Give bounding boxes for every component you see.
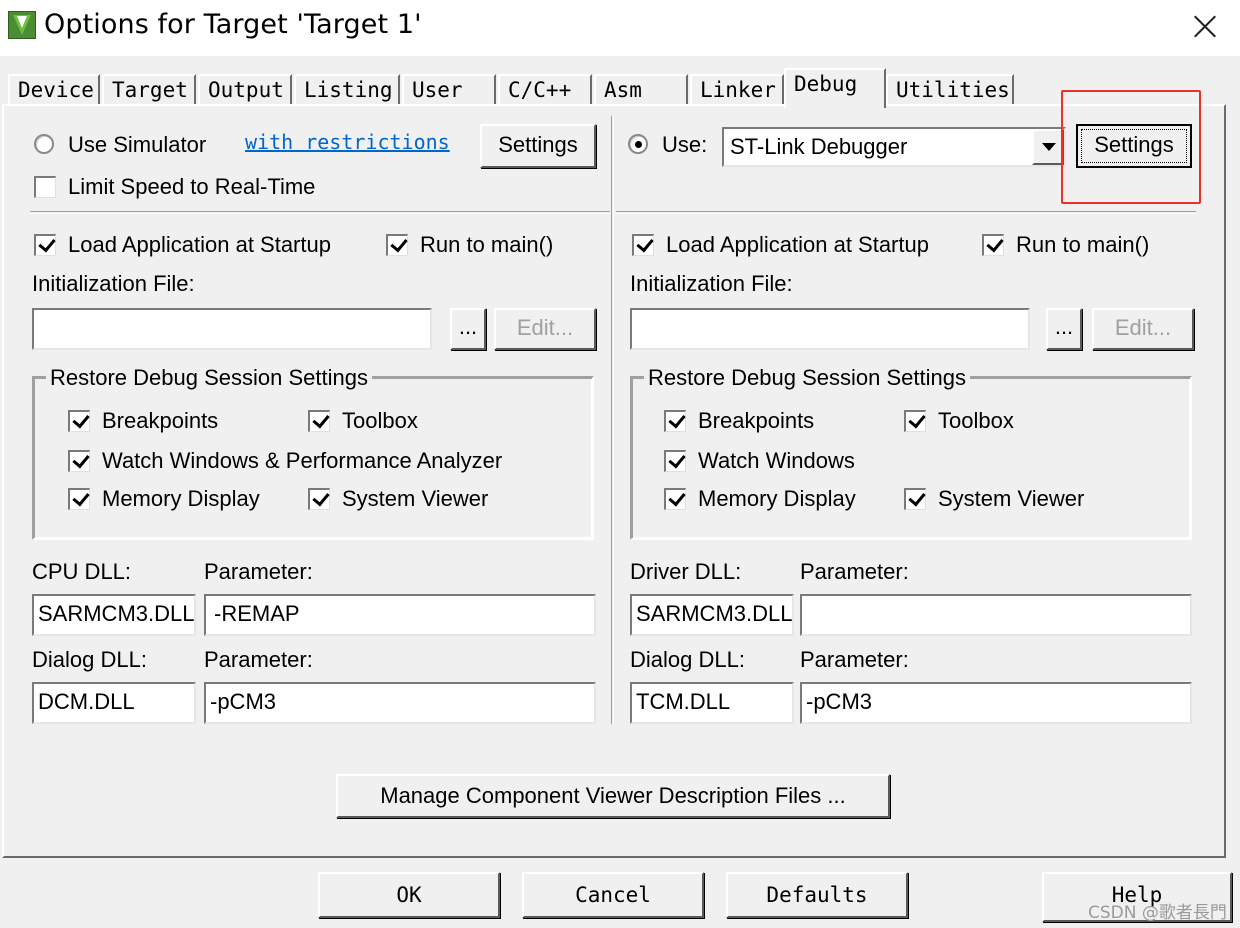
right-memory-checkbox[interactable] [664, 488, 686, 510]
right-sysviewer-label: System Viewer [938, 486, 1085, 511]
keil-uvision-icon [8, 11, 36, 39]
left-run-main-label: Run to main() [420, 232, 554, 257]
right-breakpoints-label: Breakpoints [698, 408, 815, 433]
left-browse-button[interactable]: ... [450, 308, 486, 350]
left-dialog-param-input[interactable]: -pCM3 [204, 682, 596, 724]
limit-speed-checkbox[interactable] [34, 176, 56, 198]
left-breakpoints-label: Breakpoints [102, 408, 219, 433]
ok-button[interactable]: OK [318, 872, 500, 918]
right-browse-button[interactable]: ... [1046, 308, 1082, 350]
right-memory-label: Memory Display [698, 486, 856, 511]
chevron-down-icon[interactable] [1032, 129, 1064, 165]
defaults-button[interactable]: Defaults [726, 872, 908, 918]
left-init-file-label: Initialization File: [32, 271, 195, 296]
left-sysviewer-checkbox[interactable] [308, 488, 330, 510]
simulator-settings-button[interactable]: Settings [480, 124, 596, 168]
manage-component-viewer-button[interactable]: Manage Component Viewer Description File… [336, 774, 890, 818]
cpu-param-input[interactable]: -REMAP [204, 594, 596, 636]
use-simulator-radio[interactable] [34, 134, 54, 154]
limit-speed-label: Limit Speed to Real-Time [68, 174, 316, 199]
right-restore-group-title: Restore Debug Session Settings [644, 364, 970, 392]
tab-cc[interactable]: C/C++ [498, 74, 592, 106]
left-toolbox-label: Toolbox [342, 408, 418, 433]
right-edit-button[interactable]: Edit... [1092, 308, 1194, 350]
driver-dll-input[interactable]: SARMCM3.DLL [630, 594, 794, 636]
right-load-app-label: Load Application at Startup [666, 232, 929, 257]
right-header-divider [616, 211, 1196, 214]
right-sysviewer-checkbox[interactable] [904, 488, 926, 510]
right-dialog-dll-label: Dialog DLL: [630, 647, 745, 672]
use-simulator-label[interactable]: Use Simulator [68, 131, 206, 159]
driver-param-label: Parameter: [800, 559, 909, 584]
cpu-dll-label: CPU DLL: [32, 559, 132, 584]
driver-param-input[interactable] [800, 594, 1192, 636]
left-dialog-param-label: Parameter: [204, 647, 313, 672]
cpu-dll-input[interactable]: SARMCM3.DLL [32, 594, 196, 636]
with-restrictions-link[interactable]: with restrictions [245, 130, 450, 154]
tab-debug[interactable]: Debug [784, 68, 886, 108]
left-toolbox-checkbox[interactable] [308, 410, 330, 432]
left-run-main-checkbox[interactable] [386, 234, 408, 256]
left-edit-button[interactable]: Edit... [494, 308, 596, 350]
tab-user[interactable]: User [402, 74, 496, 106]
right-init-file-input[interactable] [630, 308, 1030, 350]
left-sysviewer-label: System Viewer [342, 486, 489, 511]
left-memory-label: Memory Display [102, 486, 260, 511]
column-divider [611, 116, 614, 724]
right-run-main-label: Run to main() [1016, 232, 1150, 257]
annotation-highlight-box [1061, 90, 1201, 204]
left-restore-group-title: Restore Debug Session Settings [46, 364, 372, 392]
debugger-select[interactable]: ST-Link Debugger [722, 127, 1066, 167]
right-dialog-dll-input[interactable]: TCM.DLL [630, 682, 794, 724]
left-init-file-input[interactable] [32, 308, 432, 350]
right-load-app-checkbox[interactable] [632, 234, 654, 256]
watermark: CSDN @歌者長門 [1088, 903, 1227, 923]
left-load-app-checkbox[interactable] [34, 234, 56, 256]
right-breakpoints-checkbox[interactable] [664, 410, 686, 432]
right-watch-label: Watch Windows [698, 448, 855, 473]
use-debugger-label: Use: [662, 132, 708, 157]
title-bar: Options for Target 'Target 1' [0, 0, 1240, 56]
cpu-param-label: Parameter: [204, 559, 313, 584]
left-header-divider [30, 211, 610, 214]
right-dialog-param-input[interactable]: -pCM3 [800, 682, 1192, 724]
right-run-main-checkbox[interactable] [982, 234, 1004, 256]
cancel-button[interactable]: Cancel [522, 872, 704, 918]
driver-dll-label: Driver DLL: [630, 559, 742, 584]
right-toolbox-label: Toolbox [938, 408, 1014, 433]
left-breakpoints-checkbox[interactable] [68, 410, 90, 432]
tab-asm[interactable]: Asm [594, 74, 688, 106]
tab-device[interactable]: Device [8, 74, 100, 106]
left-watch-label: Watch Windows & Performance Analyzer [102, 448, 503, 473]
tab-target[interactable]: Target [102, 74, 196, 106]
tab-utilities[interactable]: Utilities [886, 74, 1014, 106]
left-load-app-label: Load Application at Startup [68, 232, 331, 257]
tab-output[interactable]: Output [198, 74, 292, 106]
right-watch-checkbox[interactable] [664, 450, 686, 472]
left-dialog-dll-label: Dialog DLL: [32, 647, 147, 672]
close-icon[interactable] [1168, 0, 1240, 52]
left-watch-checkbox[interactable] [68, 450, 90, 472]
right-init-file-label: Initialization File: [630, 271, 793, 296]
left-memory-checkbox[interactable] [68, 488, 90, 510]
right-dialog-param-label: Parameter: [800, 647, 909, 672]
use-debugger-radio[interactable] [628, 134, 648, 154]
right-toolbox-checkbox[interactable] [904, 410, 926, 432]
tab-listing[interactable]: Listing [294, 74, 400, 106]
left-dialog-dll-input[interactable]: DCM.DLL [32, 682, 196, 724]
tab-linker[interactable]: Linker [690, 74, 784, 106]
window-title: Options for Target 'Target 1' [44, 9, 422, 40]
